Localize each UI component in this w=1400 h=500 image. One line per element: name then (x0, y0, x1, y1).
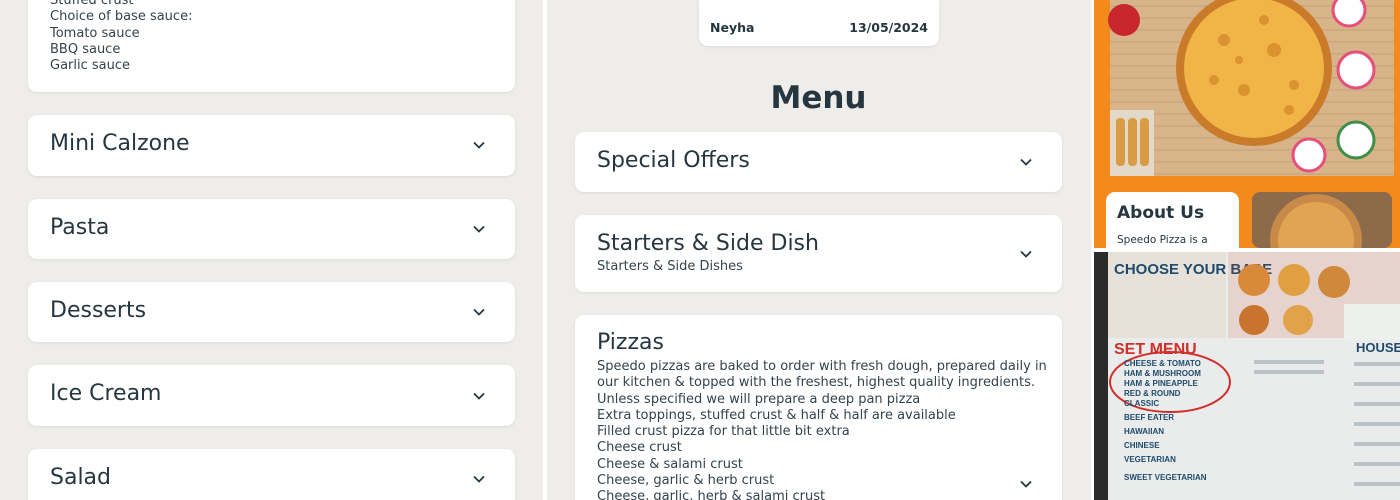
menu-item: CHEESE & TOMATO (1124, 359, 1201, 368)
category-mini-calzone[interactable]: Mini Calzone (28, 115, 515, 176)
chevron-down-icon[interactable] (471, 388, 487, 404)
menu-heading: Menu (770, 80, 867, 116)
category-title: Salad (50, 465, 112, 490)
category-title: Special Offers (597, 148, 750, 173)
description-line: Cheese crust (597, 440, 682, 456)
set-menu-text: SET MENU (1114, 341, 1197, 358)
base-option-line: Garlic sauce (50, 58, 131, 74)
category-title: Desserts (50, 298, 147, 323)
left-column: Stuffed crust Choice of base sauce: Toma… (0, 0, 543, 500)
description-line: Cheese, garlic, herb & salami crust (597, 489, 826, 500)
menu-item: CLASSIC (1124, 399, 1159, 408)
base-options-list: Stuffed crust Choice of base sauce: Toma… (50, 0, 192, 74)
category-salad[interactable]: Salad (28, 449, 515, 500)
chevron-down-icon[interactable] (471, 137, 487, 153)
menu-item: HAM & PINEAPPLE (1124, 379, 1198, 388)
category-title: Pasta (50, 215, 110, 240)
description-line: Cheese, garlic & herb crust (597, 473, 775, 489)
middle-column: Neyha 13/05/2024 Menu Special Offers Sta… (547, 0, 1090, 500)
category-title: Pizzas (597, 330, 664, 355)
chevron-down-icon[interactable] (1018, 154, 1034, 170)
category-desserts[interactable]: Desserts (28, 282, 515, 342)
menu-item: BEEF EATER (1124, 413, 1174, 422)
base-option-line: Choice of base sauce: (50, 9, 193, 25)
description-line: Speedo pizzas are baked to order with fr… (597, 359, 1047, 374)
menu-item: VEGETARIAN (1124, 455, 1176, 464)
description-line: Filled crust pizza for that little bit e… (597, 424, 850, 440)
base-options-card: Stuffed crust Choice of base sauce: Toma… (28, 0, 515, 92)
category-title: Mini Calzone (50, 131, 190, 156)
base-option-line: Tomato sauce (50, 25, 140, 41)
chevron-down-icon[interactable] (471, 304, 487, 320)
category-pasta[interactable]: Pasta (28, 199, 515, 259)
category-special-offers[interactable]: Special Offers (575, 132, 1062, 192)
pizzas-description: Speedo pizzas are baked to order with fr… (597, 359, 1047, 500)
chevron-down-icon[interactable] (1018, 246, 1034, 262)
chevron-down-icon[interactable] (471, 471, 487, 487)
base-option-line: BBQ sauce (50, 41, 121, 57)
chevron-down-icon[interactable] (1018, 476, 1034, 492)
menu-item: CHINESE (1124, 441, 1160, 450)
base-option-line: Stuffed crust (50, 0, 134, 8)
menu-item: HAWAIIAN (1124, 427, 1164, 436)
order-info-card: Neyha 13/05/2024 (699, 0, 939, 46)
printed-menu-image: CHOOSE YOUR BASE SET MENU HOUSE CHEESE &… (1094, 252, 1400, 500)
right-column: About Us Speedo Pizza is a CHOOSE YOUR B… (1091, 0, 1400, 500)
description-line: our kitchen & topped with the freshest, … (597, 375, 1036, 391)
customer-name: Neyha (710, 20, 755, 35)
description-line: Cheese & salami crust (597, 456, 743, 472)
house-text: HOUSE (1356, 340, 1400, 355)
chevron-down-icon[interactable] (471, 221, 487, 237)
menu-item: RED & ROUND (1124, 389, 1181, 398)
category-pizzas[interactable]: Pizzas Speedo pizzas are baked to order … (575, 315, 1062, 500)
menu-item: SWEET VEGETARIAN (1124, 473, 1207, 482)
description-line: Unless specified we will prepare a deep … (597, 391, 921, 407)
printed-menu-photo: CHOOSE YOUR BASE SET MENU HOUSE CHEESE &… (1094, 252, 1400, 500)
about-us-title: About Us (1117, 203, 1205, 223)
order-date: 13/05/2024 (849, 20, 928, 35)
category-title: Ice Cream (50, 381, 162, 406)
category-ice-cream[interactable]: Ice Cream (28, 365, 515, 426)
description-line: Extra toppings, stuffed crust & half & h… (597, 407, 956, 423)
category-starters[interactable]: Starters & Side Dish Starters & Side Dis… (575, 215, 1062, 292)
category-title: Starters & Side Dish (597, 231, 819, 256)
category-subtitle: Starters & Side Dishes (597, 259, 743, 274)
menu-item: HAM & MUSHROOM (1124, 369, 1201, 378)
about-us-text: Speedo Pizza is a (1117, 234, 1208, 246)
